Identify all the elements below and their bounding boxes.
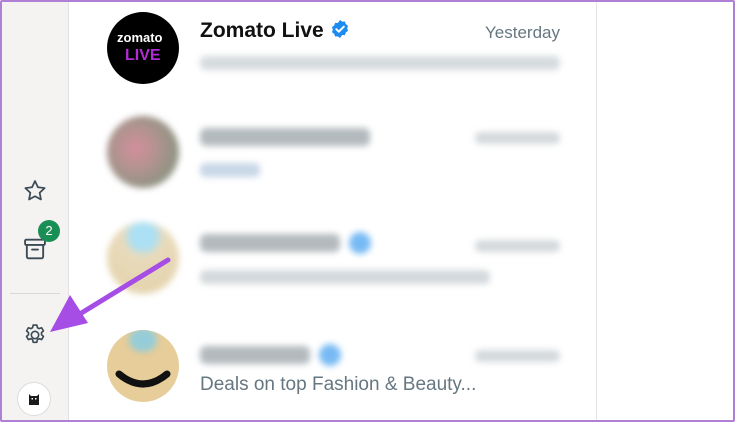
- profile-avatar-icon: [29, 394, 39, 405]
- chat-time-blurred: [475, 350, 560, 362]
- chat-name-blurred: [200, 234, 340, 252]
- chat-name-blurred: [200, 128, 370, 146]
- chat-preview-blurred: [200, 54, 560, 76]
- verified-badge-icon: [349, 232, 371, 254]
- verified-badge-icon: [319, 344, 341, 366]
- chat-time: Yesterday: [485, 23, 560, 42]
- chat-item[interactable]: [69, 106, 596, 210]
- pane-divider: [596, 2, 597, 420]
- app-window: 2 zomato LIVE Zomato Live Yesterday Deal…: [0, 0, 735, 422]
- chat-preview-blurred: [200, 270, 490, 284]
- svg-text:LIVE: LIVE: [125, 47, 161, 64]
- chat-name: Zomato Live: [200, 19, 350, 43]
- chat-time-blurred: [475, 132, 560, 144]
- svg-text:zomato: zomato: [117, 30, 163, 45]
- chat-list: zomato LIVE Zomato Live Yesterday Deals …: [69, 2, 596, 420]
- profile-avatar[interactable]: [17, 382, 51, 416]
- star-icon: [24, 180, 46, 201]
- chat-preview-blurred: [200, 163, 260, 177]
- sidebar: 2: [2, 2, 69, 420]
- chat-preview: Deals on top Fashion & Beauty...: [200, 374, 477, 395]
- starred-messages-button[interactable]: [15, 171, 55, 211]
- chat-item-zomato-live[interactable]: zomato LIVE Zomato Live Yesterday: [69, 2, 596, 106]
- verified-badge-icon: [331, 20, 348, 38]
- chat-time-blurred: [475, 240, 560, 252]
- archived-count-badge: 2: [38, 220, 60, 242]
- annotation-arrow-icon: [50, 257, 171, 332]
- chat-name-blurred: [200, 346, 310, 364]
- chat-avatar: zomato LIVE: [107, 12, 179, 84]
- chat-avatar: [107, 116, 179, 188]
